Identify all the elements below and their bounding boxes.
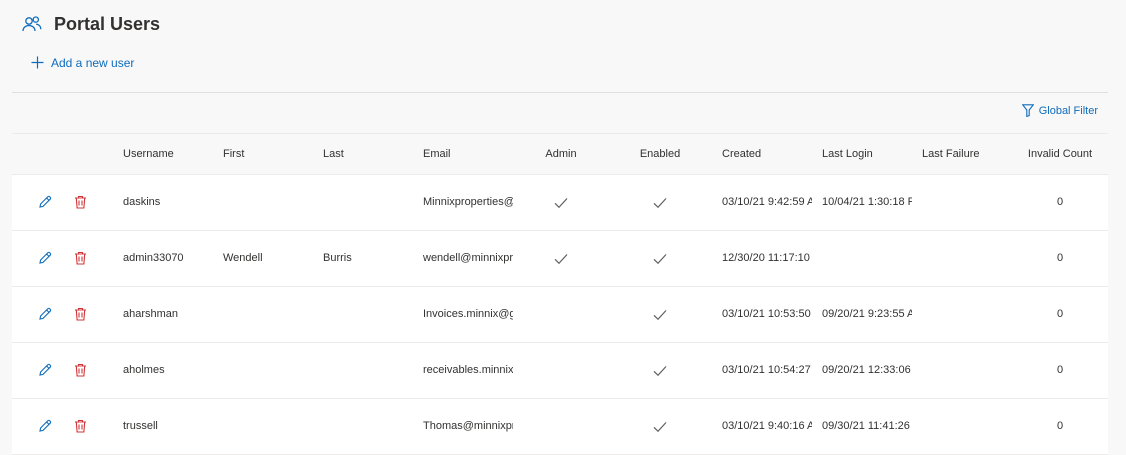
cell-last-failure xyxy=(922,231,1012,286)
table-body: daskins Minnixproperties@ 03/10/21 9:42:… xyxy=(12,175,1108,455)
column-header-username[interactable]: Username xyxy=(123,134,213,174)
enabled-check-icon xyxy=(653,196,667,209)
plus-icon xyxy=(31,56,45,70)
cell-created: 03/10/21 10:54:27 xyxy=(722,364,811,376)
enabled-check-icon xyxy=(653,308,667,321)
table-header: Username First Last Email Admin Enabled … xyxy=(12,133,1108,175)
delete-icon[interactable] xyxy=(74,363,88,377)
cell-last-login: 09/20/21 9:23:55 A xyxy=(822,308,912,320)
cell-first: Wendell xyxy=(223,252,263,264)
cell-last-failure xyxy=(922,287,1012,342)
cell-last-login xyxy=(822,231,912,286)
cell-last-login: 09/20/21 12:33:06 xyxy=(822,364,911,376)
column-header-last-login[interactable]: Last Login xyxy=(822,134,912,174)
cell-created: 12/30/20 11:17:10 xyxy=(722,252,810,264)
cell-last xyxy=(323,175,413,230)
cell-username: daskins xyxy=(123,196,161,208)
cell-first xyxy=(223,175,313,230)
cell-email: Minnixproperties@ xyxy=(423,196,513,208)
enabled-check-icon xyxy=(653,420,667,433)
edit-icon[interactable] xyxy=(38,419,52,433)
column-header-created[interactable]: Created xyxy=(722,134,812,174)
admin-check-icon xyxy=(554,196,568,209)
table-row: daskins Minnixproperties@ 03/10/21 9:42:… xyxy=(12,175,1108,231)
edit-icon[interactable] xyxy=(38,363,52,377)
column-header-admin[interactable]: Admin xyxy=(522,134,600,174)
cell-email: Invoices.minnix@g xyxy=(423,308,513,320)
cell-email: wendell@minnixpr xyxy=(423,252,513,264)
table-row: trussell Thomas@minnixpr 03/10/21 9:40:1… xyxy=(12,399,1108,455)
cell-created: 03/10/21 9:42:59 A xyxy=(722,196,812,208)
admin-check-icon xyxy=(554,252,568,265)
cell-invalid-count: 0 xyxy=(1056,364,1064,376)
column-header-first[interactable]: First xyxy=(223,134,313,174)
users-table: Username First Last Email Admin Enabled … xyxy=(12,133,1108,455)
column-header-email[interactable]: Email xyxy=(423,134,513,174)
edit-icon[interactable] xyxy=(38,251,52,265)
column-header-last[interactable]: Last xyxy=(323,134,413,174)
column-header-enabled[interactable]: Enabled xyxy=(622,134,698,174)
column-header-invalid-count[interactable]: Invalid Count xyxy=(1020,134,1100,174)
table-row: aharshman Invoices.minnix@g 03/10/21 10:… xyxy=(12,287,1108,343)
enabled-check-icon xyxy=(653,364,667,377)
filter-icon xyxy=(1021,104,1034,118)
cell-invalid-count: 0 xyxy=(1056,308,1064,320)
global-filter-label: Global Filter xyxy=(1038,105,1098,117)
cell-first xyxy=(223,343,313,398)
cell-last-failure xyxy=(922,175,1012,230)
cell-last-failure xyxy=(922,343,1012,398)
edit-icon[interactable] xyxy=(38,307,52,321)
cell-first xyxy=(223,287,313,342)
cell-invalid-count: 0 xyxy=(1056,252,1064,264)
cell-username: admin33070 xyxy=(123,252,184,264)
cell-last: Burris xyxy=(323,252,352,264)
page-header: Portal Users xyxy=(22,10,160,38)
delete-icon[interactable] xyxy=(74,195,88,209)
cell-last xyxy=(323,287,413,342)
delete-icon[interactable] xyxy=(74,419,88,433)
cell-username: aharshman xyxy=(123,308,179,320)
add-user-label: Add a new user xyxy=(51,56,135,70)
cell-last-login: 10/04/21 1:30:18 F xyxy=(822,196,912,208)
cell-email: receivables.minnix xyxy=(423,364,513,376)
enabled-check-icon xyxy=(653,252,667,265)
cell-invalid-count: 0 xyxy=(1056,196,1064,208)
delete-icon[interactable] xyxy=(74,307,88,321)
page-title: Portal Users xyxy=(54,13,161,34)
delete-icon[interactable] xyxy=(74,251,88,265)
users-icon xyxy=(22,13,44,35)
edit-icon[interactable] xyxy=(38,195,52,209)
cell-created: 03/10/21 10:53:50 xyxy=(722,308,811,320)
cell-username: aholmes xyxy=(123,364,165,376)
global-filter-button[interactable]: Global Filter xyxy=(1021,104,1098,118)
table-row: aholmes receivables.minnix 03/10/21 10:5… xyxy=(12,343,1108,399)
column-header-last-failure[interactable]: Last Failure xyxy=(922,134,1012,174)
add-user-button[interactable]: Add a new user xyxy=(31,56,134,70)
divider xyxy=(12,92,1108,93)
cell-last xyxy=(323,343,413,398)
table-row: admin33070 Wendell Burris wendell@minnix… xyxy=(12,231,1108,287)
